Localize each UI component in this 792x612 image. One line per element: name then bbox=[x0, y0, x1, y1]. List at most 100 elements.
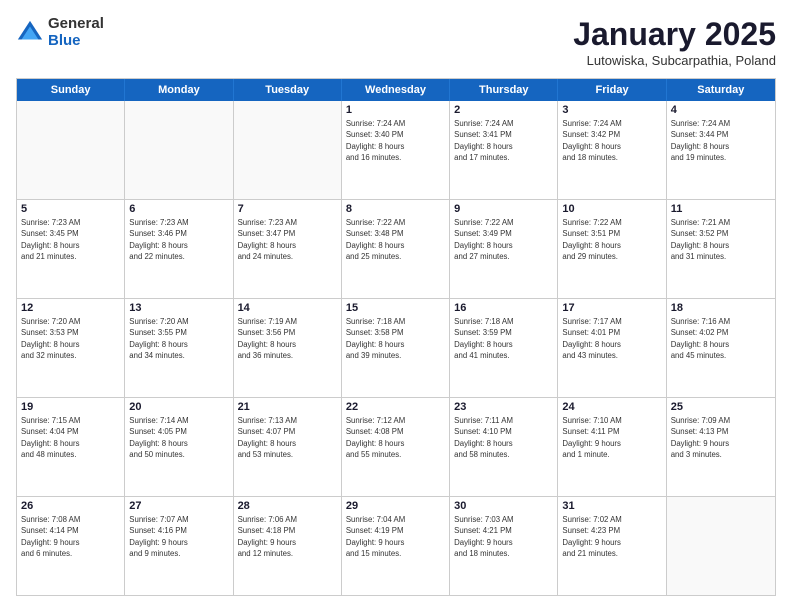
calendar-header-cell: Monday bbox=[125, 79, 233, 101]
day-number: 17 bbox=[562, 302, 661, 314]
page: General Blue January 2025 Lutowiska, Sub… bbox=[0, 0, 792, 612]
day-number: 26 bbox=[21, 500, 120, 512]
cell-info: Sunrise: 7:03 AM Sunset: 4:21 PM Dayligh… bbox=[454, 514, 553, 559]
calendar-cell bbox=[17, 101, 125, 199]
calendar-cell: 13Sunrise: 7:20 AM Sunset: 3:55 PM Dayli… bbox=[125, 299, 233, 397]
calendar-cell: 2Sunrise: 7:24 AM Sunset: 3:41 PM Daylig… bbox=[450, 101, 558, 199]
calendar-cell: 1Sunrise: 7:24 AM Sunset: 3:40 PM Daylig… bbox=[342, 101, 450, 199]
cell-info: Sunrise: 7:14 AM Sunset: 4:05 PM Dayligh… bbox=[129, 415, 228, 460]
day-number: 11 bbox=[671, 203, 771, 215]
calendar-body: 1Sunrise: 7:24 AM Sunset: 3:40 PM Daylig… bbox=[17, 101, 775, 595]
day-number: 10 bbox=[562, 203, 661, 215]
calendar-header: SundayMondayTuesdayWednesdayThursdayFrid… bbox=[17, 79, 775, 101]
calendar-cell bbox=[234, 101, 342, 199]
cell-info: Sunrise: 7:15 AM Sunset: 4:04 PM Dayligh… bbox=[21, 415, 120, 460]
day-number: 6 bbox=[129, 203, 228, 215]
calendar-header-cell: Saturday bbox=[667, 79, 775, 101]
cell-info: Sunrise: 7:09 AM Sunset: 4:13 PM Dayligh… bbox=[671, 415, 771, 460]
day-number: 23 bbox=[454, 401, 553, 413]
month-title: January 2025 bbox=[573, 16, 776, 53]
calendar-row: 1Sunrise: 7:24 AM Sunset: 3:40 PM Daylig… bbox=[17, 101, 775, 199]
cell-info: Sunrise: 7:18 AM Sunset: 3:59 PM Dayligh… bbox=[454, 316, 553, 361]
calendar-cell: 8 Sunrise: 7:22 AM Sunset: 3:48 PM Daylig… bbox=[342, 200, 450, 298]
cell-info: Sunrise: 7:22 AM Sunset: 3:48 PM Dayligh… bbox=[346, 217, 445, 262]
day-number: 28 bbox=[238, 500, 337, 512]
cell-info: Sunrise: 7:07 AM Sunset: 4:16 PM Dayligh… bbox=[129, 514, 228, 559]
day-number: 14 bbox=[238, 302, 337, 314]
calendar-cell: 11Sunrise: 7:21 AM Sunset: 3:52 PM Dayli… bbox=[667, 200, 775, 298]
calendar-cell: 31 Sunrise: 7:02 AM Sunset: 4:23 PM Dayli… bbox=[558, 497, 666, 595]
calendar-header-cell: Thursday bbox=[450, 79, 558, 101]
day-number: 24 bbox=[562, 401, 661, 413]
cell-info: Sunrise: 7:22 AM Sunset: 3:49 PM Dayligh… bbox=[454, 217, 553, 262]
calendar-header-cell: Wednesday bbox=[342, 79, 450, 101]
cell-info: Sunrise: 7:23 AM Sunset: 3:45 PM Dayligh… bbox=[21, 217, 120, 262]
cell-info: Sunrise: 7:17 AM Sunset: 4:01 PM Dayligh… bbox=[562, 316, 661, 361]
day-number: 12 bbox=[21, 302, 120, 314]
calendar-cell: 15 Sunrise: 7:18 AM Sunset: 3:58 PM Dayli… bbox=[342, 299, 450, 397]
calendar-cell bbox=[667, 497, 775, 595]
day-number: 27 bbox=[129, 500, 228, 512]
day-number: 19 bbox=[21, 401, 120, 413]
day-number: 3 bbox=[562, 104, 661, 116]
calendar-cell: 14 Sunrise: 7:19 AM Sunset: 3:56 PM Dayli… bbox=[234, 299, 342, 397]
logo-text: General Blue bbox=[48, 16, 104, 49]
calendar-cell: 12 Sunrise: 7:20 AM Sunset: 3:53 PM Dayli… bbox=[17, 299, 125, 397]
logo-general: General bbox=[48, 16, 104, 33]
cell-info: Sunrise: 7:02 AM Sunset: 4:23 PM Dayligh… bbox=[562, 514, 661, 559]
calendar-cell: 9 Sunrise: 7:22 AM Sunset: 3:49 PM Daylig… bbox=[450, 200, 558, 298]
calendar-cell: 16Sunrise: 7:18 AM Sunset: 3:59 PM Dayli… bbox=[450, 299, 558, 397]
calendar-header-cell: Sunday bbox=[17, 79, 125, 101]
calendar-cell: 10 Sunrise: 7:22 AM Sunset: 3:51 PM Dayli… bbox=[558, 200, 666, 298]
calendar-cell: 21 Sunrise: 7:13 AM Sunset: 4:07 PM Dayli… bbox=[234, 398, 342, 496]
day-number: 21 bbox=[238, 401, 337, 413]
cell-info: Sunrise: 7:10 AM Sunset: 4:11 PM Dayligh… bbox=[562, 415, 661, 460]
calendar-header-cell: Friday bbox=[558, 79, 666, 101]
calendar-cell bbox=[125, 101, 233, 199]
day-number: 8 bbox=[346, 203, 445, 215]
cell-info: Sunrise: 7:08 AM Sunset: 4:14 PM Dayligh… bbox=[21, 514, 120, 559]
cell-info: Sunrise: 7:12 AM Sunset: 4:08 PM Dayligh… bbox=[346, 415, 445, 460]
calendar-cell: 30Sunrise: 7:03 AM Sunset: 4:21 PM Dayli… bbox=[450, 497, 558, 595]
day-number: 20 bbox=[129, 401, 228, 413]
calendar-cell: 26 Sunrise: 7:08 AM Sunset: 4:14 PM Dayli… bbox=[17, 497, 125, 595]
calendar-row: 12 Sunrise: 7:20 AM Sunset: 3:53 PM Dayli… bbox=[17, 298, 775, 397]
calendar-cell: 25 Sunrise: 7:09 AM Sunset: 4:13 PM Dayli… bbox=[667, 398, 775, 496]
cell-info: Sunrise: 7:23 AM Sunset: 3:46 PM Dayligh… bbox=[129, 217, 228, 262]
cell-info: Sunrise: 7:18 AM Sunset: 3:58 PM Dayligh… bbox=[346, 316, 445, 361]
day-number: 31 bbox=[562, 500, 661, 512]
cell-info: Sunrise: 7:06 AM Sunset: 4:18 PM Dayligh… bbox=[238, 514, 337, 559]
calendar-row: 19 Sunrise: 7:15 AM Sunset: 4:04 PM Dayli… bbox=[17, 397, 775, 496]
title-block: January 2025 Lutowiska, Subcarpathia, Po… bbox=[573, 16, 776, 68]
day-number: 9 bbox=[454, 203, 553, 215]
cell-info: Sunrise: 7:19 AM Sunset: 3:56 PM Dayligh… bbox=[238, 316, 337, 361]
logo-blue: Blue bbox=[48, 33, 104, 50]
calendar-cell: 20 Sunrise: 7:14 AM Sunset: 4:05 PM Dayli… bbox=[125, 398, 233, 496]
day-number: 18 bbox=[671, 302, 771, 314]
calendar-cell: 29Sunrise: 7:04 AM Sunset: 4:19 PM Dayli… bbox=[342, 497, 450, 595]
calendar-row: 5 Sunrise: 7:23 AM Sunset: 3:45 PM Daylig… bbox=[17, 199, 775, 298]
cell-info: Sunrise: 7:13 AM Sunset: 4:07 PM Dayligh… bbox=[238, 415, 337, 460]
cell-info: Sunrise: 7:20 AM Sunset: 3:53 PM Dayligh… bbox=[21, 316, 120, 361]
calendar-cell: 3 Sunrise: 7:24 AM Sunset: 3:42 PM Daylig… bbox=[558, 101, 666, 199]
cell-info: Sunrise: 7:16 AM Sunset: 4:02 PM Dayligh… bbox=[671, 316, 771, 361]
cell-info: Sunrise: 7:22 AM Sunset: 3:51 PM Dayligh… bbox=[562, 217, 661, 262]
calendar-header-cell: Tuesday bbox=[234, 79, 342, 101]
day-number: 15 bbox=[346, 302, 445, 314]
day-number: 25 bbox=[671, 401, 771, 413]
calendar-cell: 19 Sunrise: 7:15 AM Sunset: 4:04 PM Dayli… bbox=[17, 398, 125, 496]
calendar-cell: 28 Sunrise: 7:06 AM Sunset: 4:18 PM Dayli… bbox=[234, 497, 342, 595]
day-number: 5 bbox=[21, 203, 120, 215]
day-number: 22 bbox=[346, 401, 445, 413]
cell-info: Sunrise: 7:24 AM Sunset: 3:42 PM Dayligh… bbox=[562, 118, 661, 163]
location: Lutowiska, Subcarpathia, Poland bbox=[573, 53, 776, 68]
calendar-row: 26 Sunrise: 7:08 AM Sunset: 4:14 PM Dayli… bbox=[17, 496, 775, 595]
cell-info: Sunrise: 7:23 AM Sunset: 3:47 PM Dayligh… bbox=[238, 217, 337, 262]
calendar-cell: 5 Sunrise: 7:23 AM Sunset: 3:45 PM Daylig… bbox=[17, 200, 125, 298]
cell-info: Sunrise: 7:04 AM Sunset: 4:19 PM Dayligh… bbox=[346, 514, 445, 559]
cell-info: Sunrise: 7:20 AM Sunset: 3:55 PM Dayligh… bbox=[129, 316, 228, 361]
calendar-cell: 27 Sunrise: 7:07 AM Sunset: 4:16 PM Dayli… bbox=[125, 497, 233, 595]
day-number: 7 bbox=[238, 203, 337, 215]
calendar: SundayMondayTuesdayWednesdayThursdayFrid… bbox=[16, 78, 776, 596]
day-number: 4 bbox=[671, 104, 771, 116]
